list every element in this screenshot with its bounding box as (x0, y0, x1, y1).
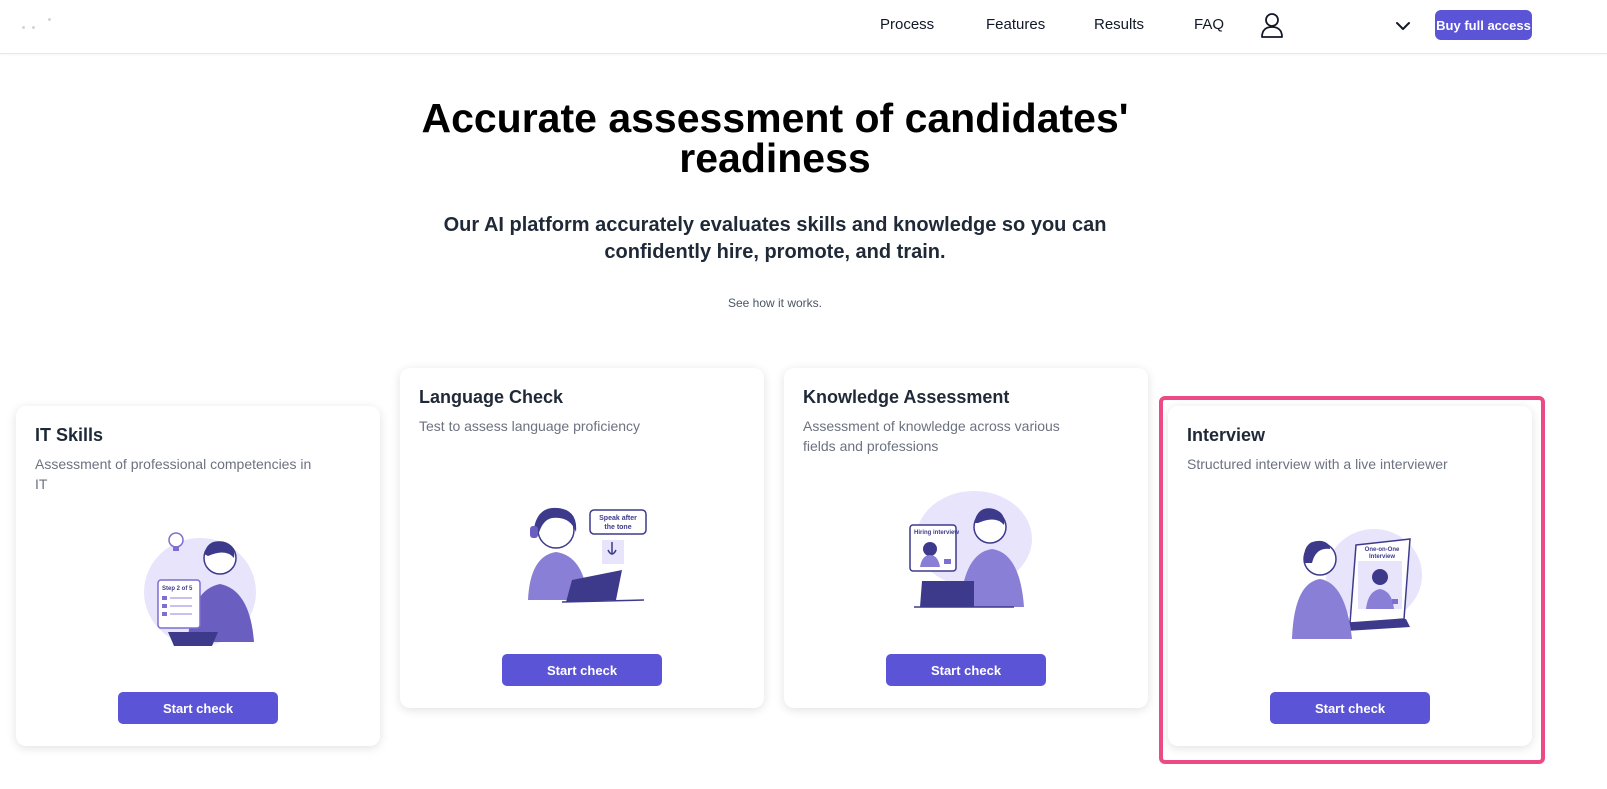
top-navbar: Process Features Results FAQ Buy full ac… (0, 0, 1607, 54)
illustration-label: One-on-One Interview (1365, 547, 1400, 560)
card-language-check: Language Check Test to assess language p… (400, 368, 764, 708)
language-select[interactable] (1378, 16, 1412, 36)
illustration-label-line2: the tone (604, 524, 631, 531)
card-description: Assessment of professional competencies … (35, 456, 312, 492)
card-title: Language Check (419, 387, 564, 407)
start-check-button[interactable]: Start check (118, 692, 278, 724)
see-how-it-works-link[interactable]: See how it works. (640, 296, 910, 310)
start-check-button[interactable]: Start check (886, 654, 1046, 686)
user-icon[interactable] (1260, 12, 1284, 38)
knowledge-assessment-illustration: Hiring interview (909, 491, 1032, 608)
nav-faq[interactable]: FAQ (1194, 16, 1224, 33)
nav-features[interactable]: Features (986, 16, 1045, 33)
card-it-skills: IT Skills Assessment of professional com… (16, 406, 380, 746)
logo[interactable] (18, 14, 64, 34)
illustration-label: Step 2 of 5 (162, 586, 193, 592)
start-check-button[interactable]: Start check (1270, 692, 1430, 724)
card-description: Structured interview with a live intervi… (1187, 456, 1448, 472)
card-title: Knowledge Assessment (803, 387, 1010, 407)
nav-process[interactable]: Process (880, 16, 934, 33)
start-check-button[interactable]: Start check (502, 654, 662, 686)
card-knowledge-assessment: Knowledge Assessment Assessment of knowl… (784, 368, 1148, 708)
it-skills-illustration: Step 2 of 5 (144, 532, 256, 646)
hero-subtitle: Our AI platform accurately evaluates ski… (443, 214, 1107, 263)
language-check-illustration: Speak after the tone (528, 507, 647, 603)
card-title: IT Skills (35, 425, 104, 445)
buy-full-access-button[interactable]: Buy full access (1435, 10, 1532, 40)
card-description: Assessment of knowledge across various f… (803, 418, 1060, 454)
chevron-down-icon (1396, 22, 1410, 30)
card-interview: Interview Structured interview with a li… (1168, 406, 1532, 746)
card-description: Test to assess language proficiency (419, 418, 641, 434)
illustration-label-line1: One-on-One (1365, 547, 1400, 553)
nav-results[interactable]: Results (1094, 16, 1144, 33)
interview-illustration: One-on-One Interview (1292, 529, 1422, 639)
page-title: Accurate assessment of candidates' readi… (421, 95, 1129, 181)
illustration-label-line2: Interview (1369, 554, 1395, 560)
card-title: Interview (1187, 425, 1266, 445)
illustration-label-line1: Speak after (599, 515, 637, 522)
illustration-label: Hiring interview (914, 530, 959, 536)
